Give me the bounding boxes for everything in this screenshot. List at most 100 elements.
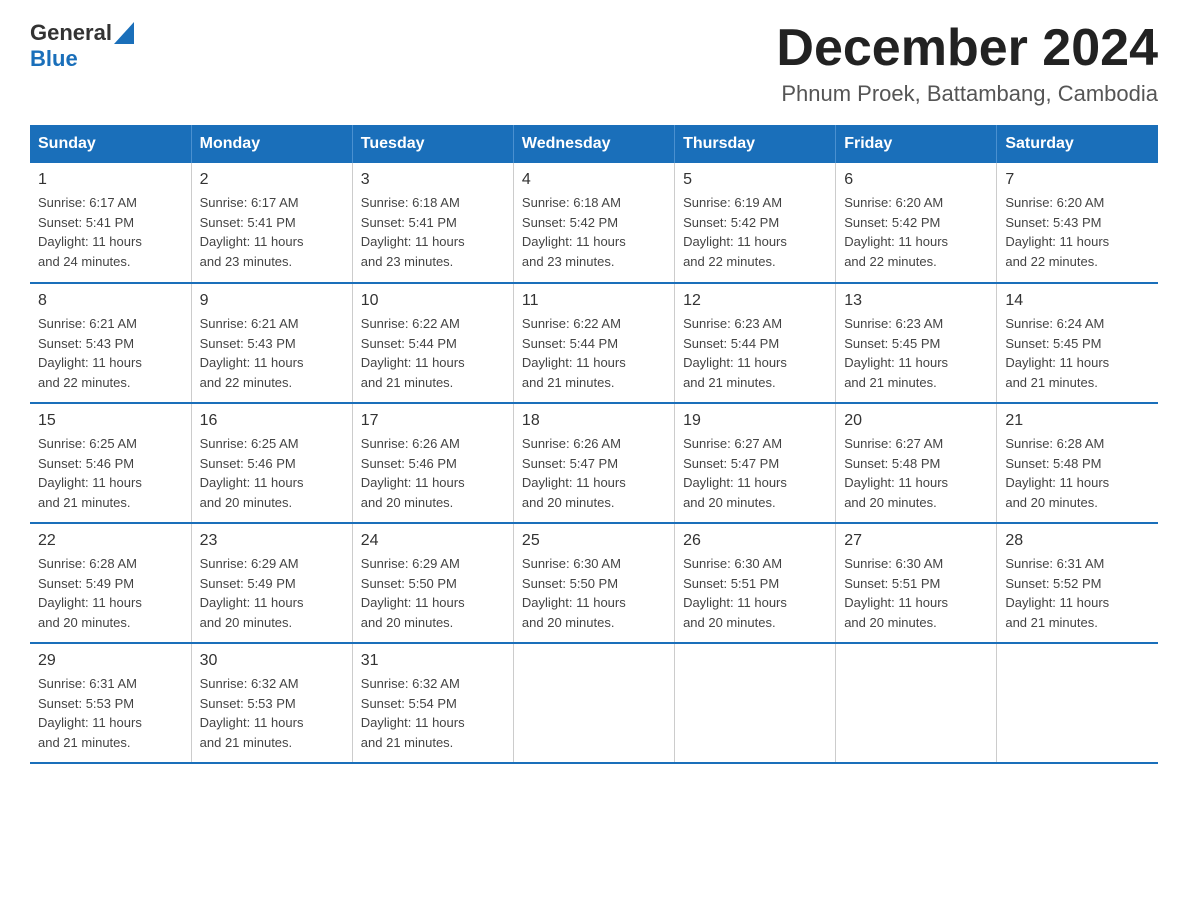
logo-blue-text: Blue — [30, 46, 78, 71]
day-number: 7 — [1005, 171, 1150, 189]
calendar-cell: 28 Sunrise: 6:31 AM Sunset: 5:52 PM Dayl… — [997, 523, 1158, 643]
day-number: 12 — [683, 292, 827, 310]
day-number: 11 — [522, 292, 666, 310]
day-number: 22 — [38, 532, 183, 550]
day-info: Sunrise: 6:27 AM Sunset: 5:47 PM Dayligh… — [683, 434, 827, 512]
day-number: 28 — [1005, 532, 1150, 550]
day-info: Sunrise: 6:30 AM Sunset: 5:51 PM Dayligh… — [844, 554, 988, 632]
month-title: December 2024 — [776, 20, 1158, 77]
calendar-cell: 18 Sunrise: 6:26 AM Sunset: 5:47 PM Dayl… — [513, 403, 674, 523]
calendar-cell: 8 Sunrise: 6:21 AM Sunset: 5:43 PM Dayli… — [30, 283, 191, 403]
calendar-cell: 29 Sunrise: 6:31 AM Sunset: 5:53 PM Dayl… — [30, 643, 191, 763]
day-info: Sunrise: 6:28 AM Sunset: 5:49 PM Dayligh… — [38, 554, 183, 632]
day-info: Sunrise: 6:20 AM Sunset: 5:43 PM Dayligh… — [1005, 193, 1150, 271]
calendar-week-5: 29 Sunrise: 6:31 AM Sunset: 5:53 PM Dayl… — [30, 643, 1158, 763]
day-number: 13 — [844, 292, 988, 310]
day-info: Sunrise: 6:30 AM Sunset: 5:51 PM Dayligh… — [683, 554, 827, 632]
calendar-week-1: 1 Sunrise: 6:17 AM Sunset: 5:41 PM Dayli… — [30, 163, 1158, 283]
day-number: 26 — [683, 532, 827, 550]
day-info: Sunrise: 6:22 AM Sunset: 5:44 PM Dayligh… — [522, 314, 666, 392]
day-number: 19 — [683, 412, 827, 430]
col-header-tuesday: Tuesday — [352, 125, 513, 163]
calendar-cell: 16 Sunrise: 6:25 AM Sunset: 5:46 PM Dayl… — [191, 403, 352, 523]
day-info: Sunrise: 6:21 AM Sunset: 5:43 PM Dayligh… — [38, 314, 183, 392]
day-number: 29 — [38, 652, 183, 670]
calendar-cell: 21 Sunrise: 6:28 AM Sunset: 5:48 PM Dayl… — [997, 403, 1158, 523]
logo-general-text: General — [30, 20, 112, 46]
calendar-week-3: 15 Sunrise: 6:25 AM Sunset: 5:46 PM Dayl… — [30, 403, 1158, 523]
day-info: Sunrise: 6:22 AM Sunset: 5:44 PM Dayligh… — [361, 314, 505, 392]
calendar-cell: 14 Sunrise: 6:24 AM Sunset: 5:45 PM Dayl… — [997, 283, 1158, 403]
day-info: Sunrise: 6:18 AM Sunset: 5:42 PM Dayligh… — [522, 193, 666, 271]
day-info: Sunrise: 6:25 AM Sunset: 5:46 PM Dayligh… — [38, 434, 183, 512]
col-header-monday: Monday — [191, 125, 352, 163]
calendar-cell: 24 Sunrise: 6:29 AM Sunset: 5:50 PM Dayl… — [352, 523, 513, 643]
day-number: 20 — [844, 412, 988, 430]
calendar-cell — [513, 643, 674, 763]
day-info: Sunrise: 6:23 AM Sunset: 5:44 PM Dayligh… — [683, 314, 827, 392]
calendar-cell: 7 Sunrise: 6:20 AM Sunset: 5:43 PM Dayli… — [997, 163, 1158, 283]
day-number: 16 — [200, 412, 344, 430]
calendar-cell: 27 Sunrise: 6:30 AM Sunset: 5:51 PM Dayl… — [836, 523, 997, 643]
calendar-cell: 4 Sunrise: 6:18 AM Sunset: 5:42 PM Dayli… — [513, 163, 674, 283]
day-info: Sunrise: 6:18 AM Sunset: 5:41 PM Dayligh… — [361, 193, 505, 271]
day-info: Sunrise: 6:31 AM Sunset: 5:53 PM Dayligh… — [38, 674, 183, 752]
day-number: 18 — [522, 412, 666, 430]
day-number: 6 — [844, 171, 988, 189]
day-number: 31 — [361, 652, 505, 670]
day-info: Sunrise: 6:23 AM Sunset: 5:45 PM Dayligh… — [844, 314, 988, 392]
day-info: Sunrise: 6:19 AM Sunset: 5:42 PM Dayligh… — [683, 193, 827, 271]
day-info: Sunrise: 6:17 AM Sunset: 5:41 PM Dayligh… — [38, 193, 183, 271]
day-number: 9 — [200, 292, 344, 310]
day-number: 27 — [844, 532, 988, 550]
calendar-cell: 22 Sunrise: 6:28 AM Sunset: 5:49 PM Dayl… — [30, 523, 191, 643]
day-info: Sunrise: 6:30 AM Sunset: 5:50 PM Dayligh… — [522, 554, 666, 632]
calendar-week-2: 8 Sunrise: 6:21 AM Sunset: 5:43 PM Dayli… — [30, 283, 1158, 403]
day-info: Sunrise: 6:25 AM Sunset: 5:46 PM Dayligh… — [200, 434, 344, 512]
day-number: 10 — [361, 292, 505, 310]
day-number: 14 — [1005, 292, 1150, 310]
calendar-cell — [836, 643, 997, 763]
calendar-cell: 9 Sunrise: 6:21 AM Sunset: 5:43 PM Dayli… — [191, 283, 352, 403]
col-header-saturday: Saturday — [997, 125, 1158, 163]
calendar-table: SundayMondayTuesdayWednesdayThursdayFrid… — [30, 125, 1158, 764]
calendar-cell: 15 Sunrise: 6:25 AM Sunset: 5:46 PM Dayl… — [30, 403, 191, 523]
col-header-thursday: Thursday — [675, 125, 836, 163]
calendar-cell: 6 Sunrise: 6:20 AM Sunset: 5:42 PM Dayli… — [836, 163, 997, 283]
day-number: 8 — [38, 292, 183, 310]
col-header-friday: Friday — [836, 125, 997, 163]
day-number: 21 — [1005, 412, 1150, 430]
day-info: Sunrise: 6:17 AM Sunset: 5:41 PM Dayligh… — [200, 193, 344, 271]
day-info: Sunrise: 6:26 AM Sunset: 5:47 PM Dayligh… — [522, 434, 666, 512]
day-number: 2 — [200, 171, 344, 189]
day-number: 17 — [361, 412, 505, 430]
day-number: 5 — [683, 171, 827, 189]
calendar-cell: 10 Sunrise: 6:22 AM Sunset: 5:44 PM Dayl… — [352, 283, 513, 403]
calendar-cell: 5 Sunrise: 6:19 AM Sunset: 5:42 PM Dayli… — [675, 163, 836, 283]
day-info: Sunrise: 6:20 AM Sunset: 5:42 PM Dayligh… — [844, 193, 988, 271]
calendar-cell: 31 Sunrise: 6:32 AM Sunset: 5:54 PM Dayl… — [352, 643, 513, 763]
calendar-cell: 2 Sunrise: 6:17 AM Sunset: 5:41 PM Dayli… — [191, 163, 352, 283]
day-info: Sunrise: 6:21 AM Sunset: 5:43 PM Dayligh… — [200, 314, 344, 392]
day-number: 23 — [200, 532, 344, 550]
calendar-cell: 12 Sunrise: 6:23 AM Sunset: 5:44 PM Dayl… — [675, 283, 836, 403]
calendar-cell: 3 Sunrise: 6:18 AM Sunset: 5:41 PM Dayli… — [352, 163, 513, 283]
day-info: Sunrise: 6:29 AM Sunset: 5:49 PM Dayligh… — [200, 554, 344, 632]
day-number: 4 — [522, 171, 666, 189]
title-block: December 2024 Phnum Proek, Battambang, C… — [776, 20, 1158, 107]
calendar-cell: 13 Sunrise: 6:23 AM Sunset: 5:45 PM Dayl… — [836, 283, 997, 403]
calendar-header: SundayMondayTuesdayWednesdayThursdayFrid… — [30, 125, 1158, 163]
calendar-cell — [997, 643, 1158, 763]
calendar-cell: 17 Sunrise: 6:26 AM Sunset: 5:46 PM Dayl… — [352, 403, 513, 523]
calendar-cell: 26 Sunrise: 6:30 AM Sunset: 5:51 PM Dayl… — [675, 523, 836, 643]
day-info: Sunrise: 6:32 AM Sunset: 5:54 PM Dayligh… — [361, 674, 505, 752]
day-number: 30 — [200, 652, 344, 670]
calendar-cell: 19 Sunrise: 6:27 AM Sunset: 5:47 PM Dayl… — [675, 403, 836, 523]
day-number: 24 — [361, 532, 505, 550]
col-header-sunday: Sunday — [30, 125, 191, 163]
calendar-cell: 30 Sunrise: 6:32 AM Sunset: 5:53 PM Dayl… — [191, 643, 352, 763]
day-info: Sunrise: 6:29 AM Sunset: 5:50 PM Dayligh… — [361, 554, 505, 632]
day-info: Sunrise: 6:28 AM Sunset: 5:48 PM Dayligh… — [1005, 434, 1150, 512]
calendar-cell: 23 Sunrise: 6:29 AM Sunset: 5:49 PM Dayl… — [191, 523, 352, 643]
day-number: 1 — [38, 171, 183, 189]
